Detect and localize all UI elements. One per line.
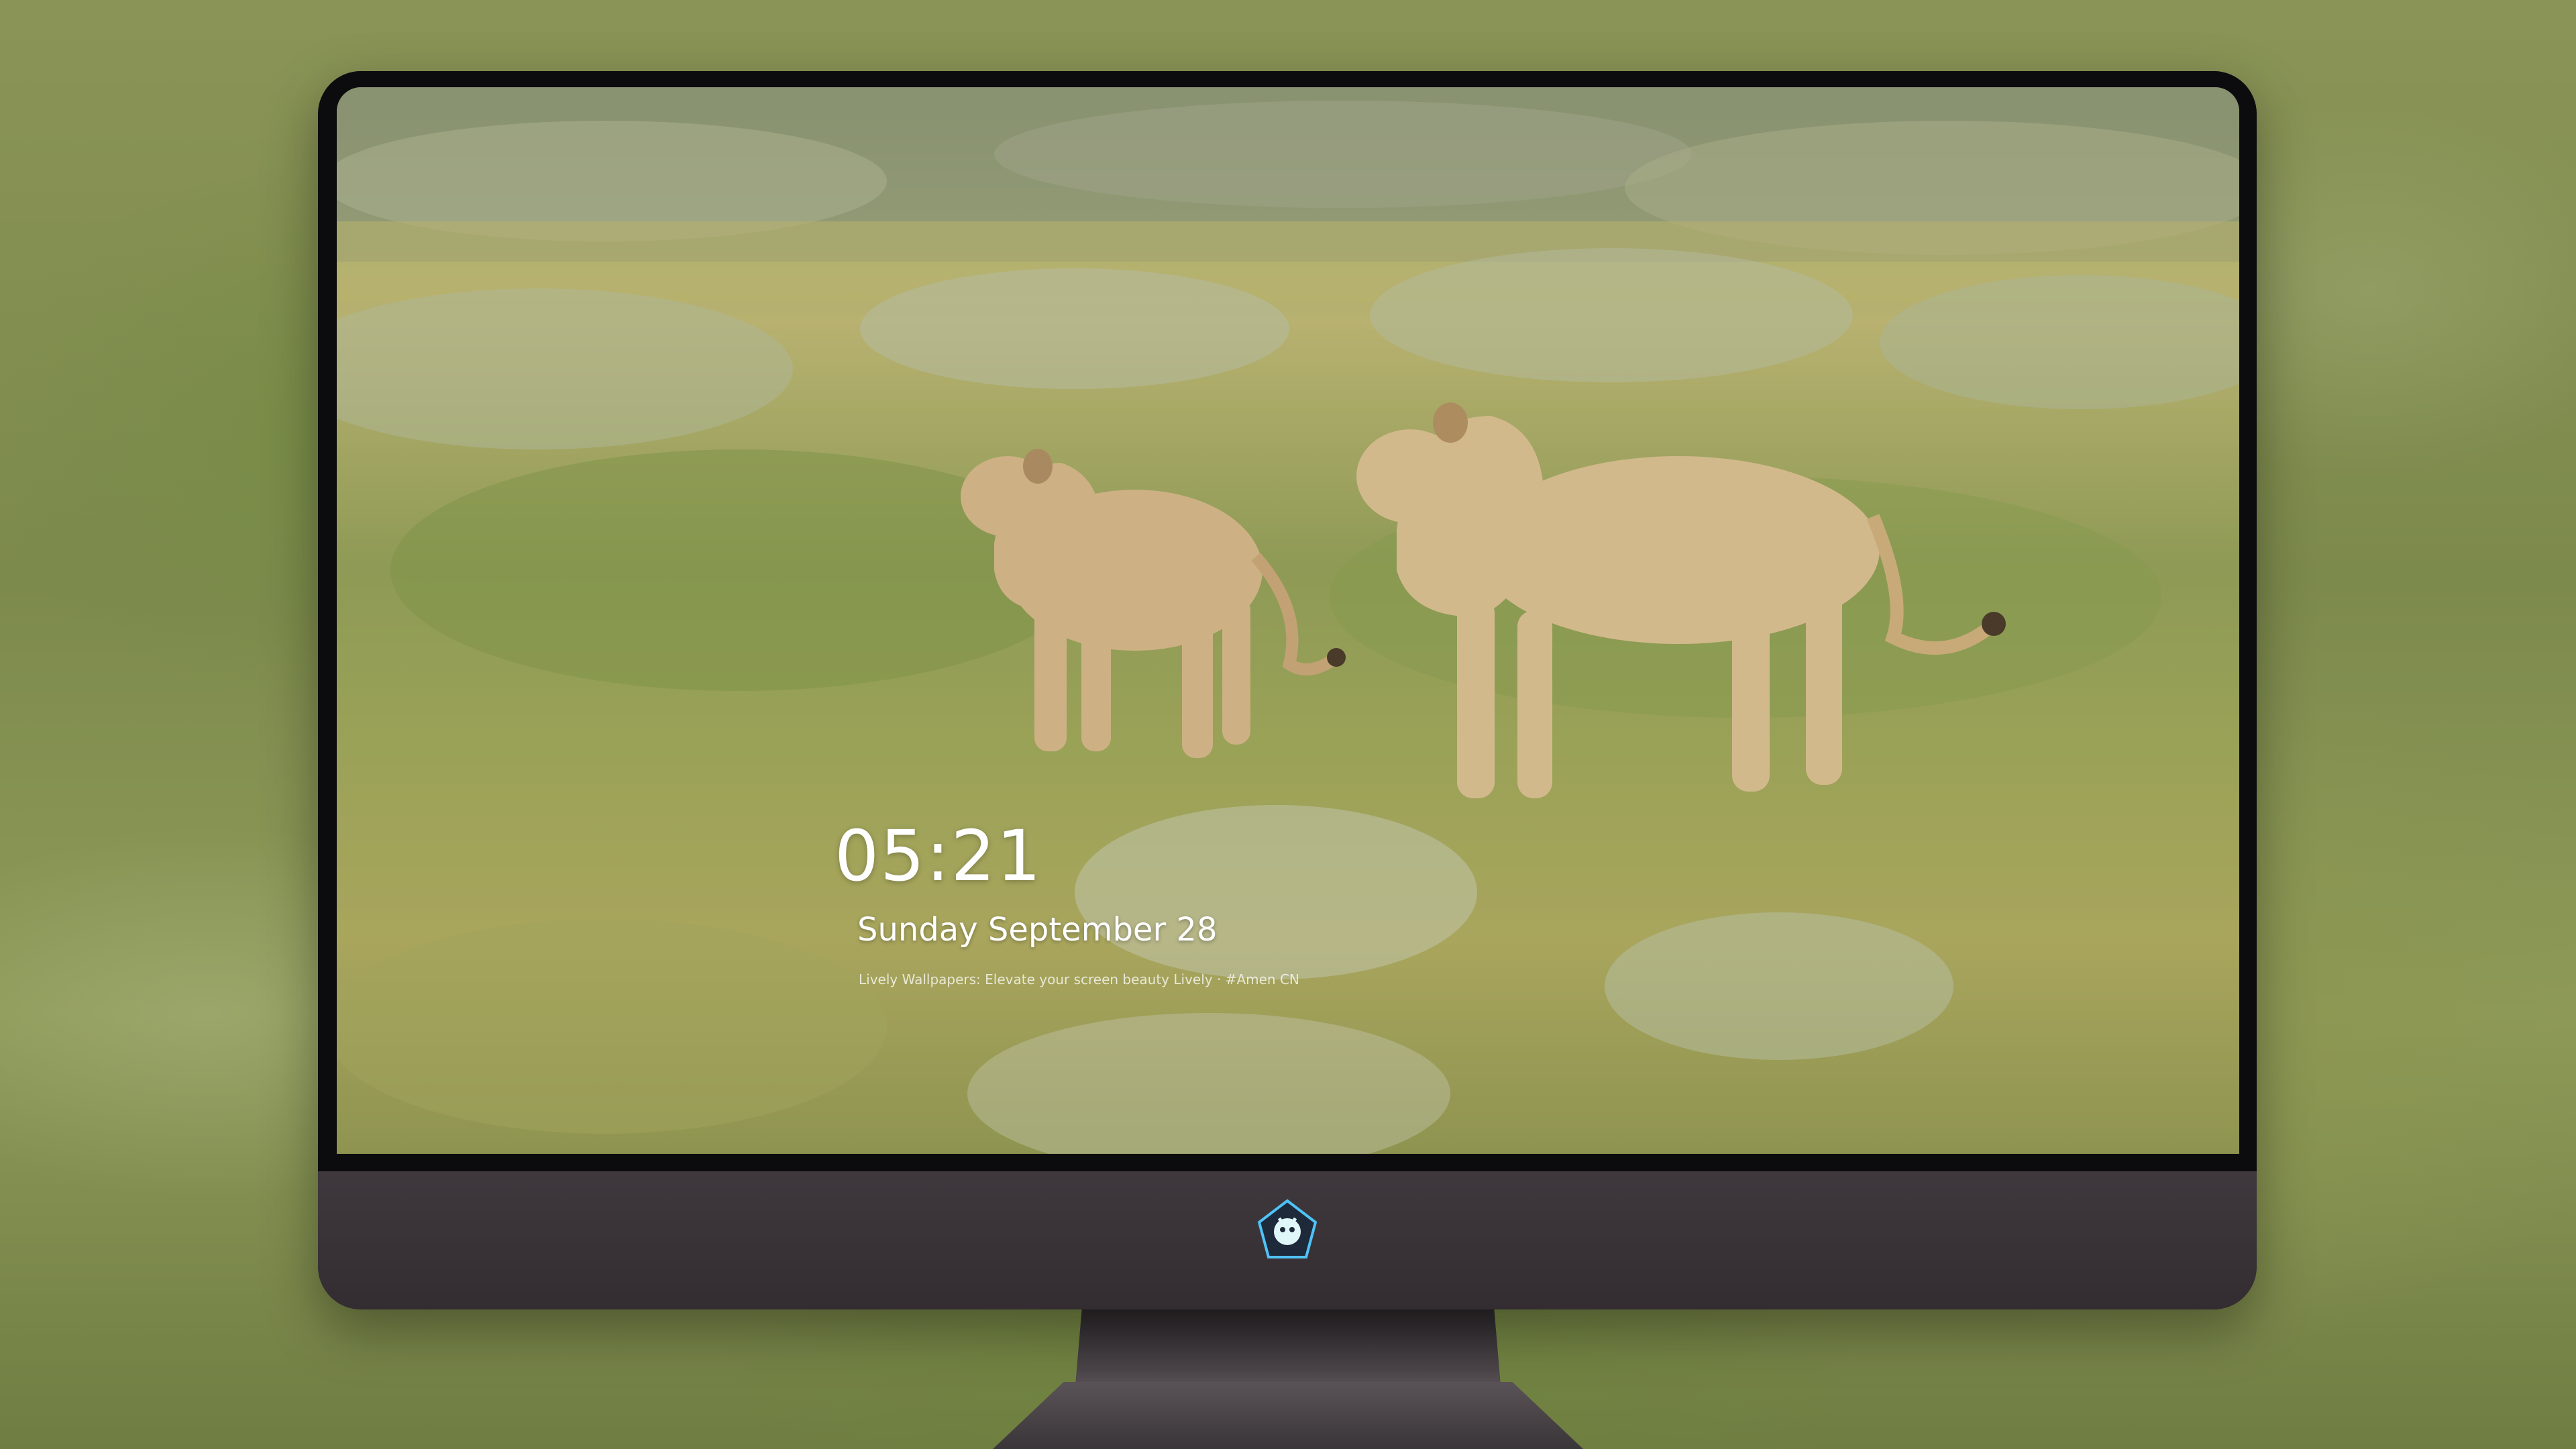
- monitor: 05:21 Sunday September 28 Lively Wallpap…: [318, 71, 2257, 1309]
- wallpaper-lionesses: [337, 87, 2239, 1154]
- monitor-stand-base: [993, 1382, 1583, 1449]
- brand-logo-icon: [1257, 1199, 1318, 1258]
- desktop-screen: 05:21 Sunday September 28 Lively Wallpap…: [337, 87, 2239, 1154]
- lock-screen-date: Sunday September 28: [857, 911, 1218, 949]
- lioness-left: [961, 449, 1346, 758]
- lock-screen-time: 05:21: [835, 815, 1042, 897]
- wallpaper-credit: Lively Wallpapers: Elevate your screen b…: [859, 971, 1299, 987]
